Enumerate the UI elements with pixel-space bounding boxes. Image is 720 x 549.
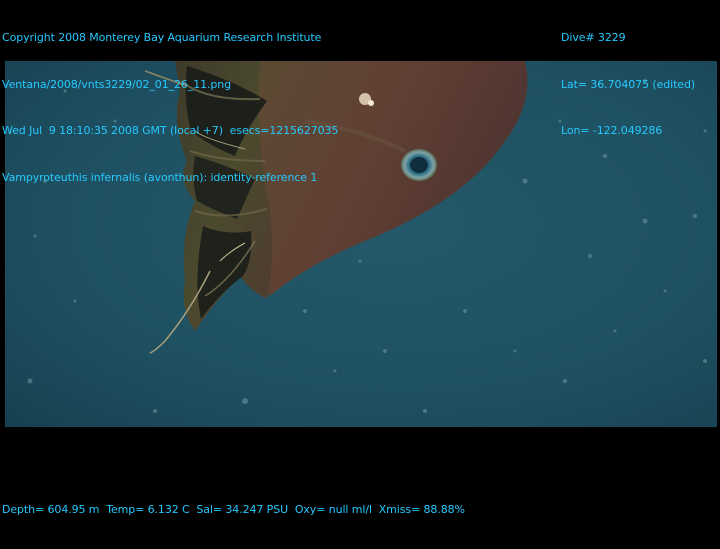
top-right-overlay: Dive# 3229 Lat= 36.704075 (edited) Lon= … xyxy=(561,0,695,170)
file-path-text: Ventana/2008/vnts3229/02_01_26_11.png xyxy=(2,77,232,91)
timestamp-text: Wed Jul 9 18:10:35 2008 GMT (local +7) e… xyxy=(2,124,339,137)
top-left-overlay: Copyright 2008 Monterey Bay Aquarium Res… xyxy=(2,0,338,216)
telemetry-text: Depth= 604.95 m Temp= 6.132 C Sal= 34.24… xyxy=(2,503,465,516)
copyright-text: Copyright 2008 Monterey Bay Aquarium Res… xyxy=(2,31,322,44)
latitude-text: Lat= 36.704075 (edited) xyxy=(561,77,696,91)
bottom-overlay: Depth= 604.95 m Temp= 6.132 C Sal= 34.24… xyxy=(2,471,465,549)
longitude-text: Lon= -122.049286 xyxy=(561,124,663,137)
video-frame: Copyright 2008 Monterey Bay Aquarium Res… xyxy=(0,0,720,516)
species-text: Vampyroteuthis infernalis (avonthun): id… xyxy=(2,170,318,184)
dive-number-text: Dive# 3229 xyxy=(561,31,626,44)
